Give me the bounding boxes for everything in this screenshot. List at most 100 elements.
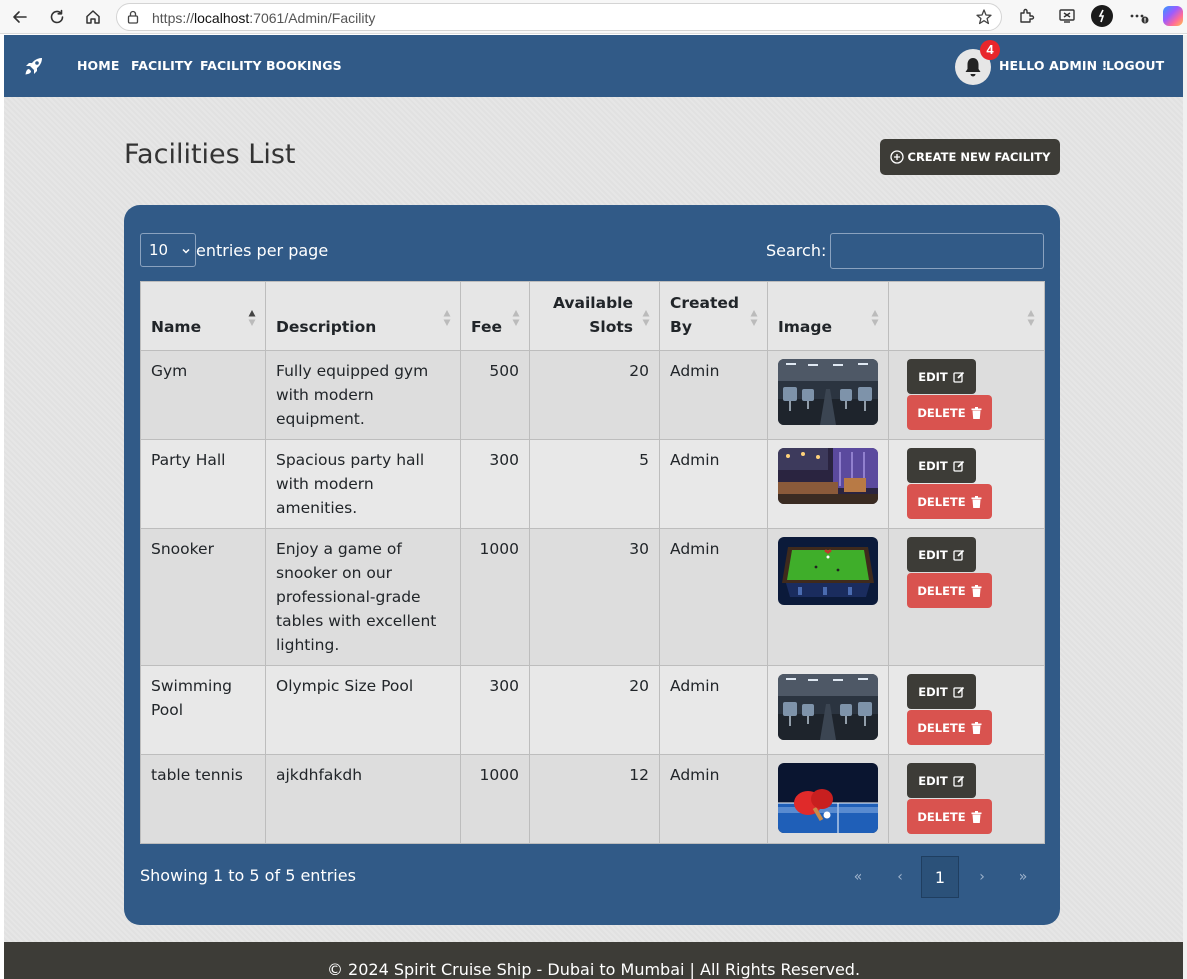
edit-icon [953, 549, 964, 561]
nav-home-link[interactable]: HOME [77, 58, 119, 73]
facility-description-cell: Enjoy a game of snooker on our professio… [265, 528, 461, 666]
top-navbar: HOME FACILITY FACILITY BOOKINGS 4 HELLO … [4, 35, 1183, 97]
column-header-created-by[interactable]: Created By [659, 281, 768, 351]
column-header-description[interactable]: Description [265, 281, 461, 351]
more-menu-icon[interactable] [1128, 5, 1150, 27]
table-row: Snooker Enjoy a game of snooker on our p… [140, 528, 1045, 666]
edit-button[interactable]: EDIT [907, 763, 976, 798]
delete-button[interactable]: DELETE [907, 484, 992, 519]
gym-photo [778, 674, 878, 740]
facility-description-cell: Spacious party hall with modern amenitie… [265, 439, 461, 529]
notification-count-badge: 4 [980, 40, 1000, 60]
delete-button[interactable]: DELETE [907, 395, 992, 430]
facilities-table-panel: 10 entries per page Search: Name Descrip… [124, 205, 1060, 925]
facility-fee-cell: 300 [460, 439, 530, 529]
facility-slots-cell: 20 [529, 350, 660, 440]
edit-button[interactable]: EDIT [907, 359, 976, 394]
table-header-row: Name Description Fee Available Slots Cre… [140, 281, 1045, 351]
table-tennis-photo [778, 763, 878, 833]
create-facility-label: CREATE NEW FACILITY [907, 150, 1051, 164]
lock-icon[interactable] [125, 9, 141, 25]
search-input[interactable] [830, 233, 1044, 269]
facility-description-cell: Fully equipped gym with modern equipment… [265, 350, 461, 440]
table-row: Gym Fully equipped gym with modern equip… [140, 350, 1045, 440]
facility-actions-cell: EDIT DELETE [888, 528, 1045, 666]
back-icon[interactable] [7, 4, 33, 30]
pagination-last-button[interactable]: » [1004, 856, 1042, 898]
facility-actions-cell: EDIT DELETE [888, 350, 1045, 440]
facility-image-cell [767, 528, 889, 666]
facility-created-by-cell: Admin [659, 528, 768, 666]
extensions-icon[interactable] [1015, 5, 1037, 27]
sort-icon [443, 310, 451, 326]
sort-icon [512, 310, 520, 326]
entries-per-page-select[interactable]: 10 [140, 233, 196, 267]
facility-name-cell: Snooker [140, 528, 266, 666]
column-header-image[interactable]: Image [767, 281, 889, 351]
nav-facility-bookings-link[interactable]: FACILITY BOOKINGS [200, 58, 342, 73]
facility-name-cell: Gym [140, 350, 266, 440]
facility-slots-cell: 30 [529, 528, 660, 666]
facility-fee-cell: 1000 [460, 528, 530, 666]
entries-per-page-value: 10 [149, 241, 169, 259]
edit-button[interactable]: EDIT [907, 674, 976, 709]
trash-icon [971, 406, 982, 419]
facility-fee-cell: 500 [460, 350, 530, 440]
delete-button[interactable]: DELETE [907, 710, 992, 745]
profile-avatar[interactable] [1091, 5, 1113, 27]
table-info-text: Showing 1 to 5 of 5 entries [140, 866, 356, 885]
pagination-next-button[interactable]: › [963, 856, 1001, 898]
facility-actions-cell: EDIT DELETE [888, 665, 1045, 755]
column-header-name[interactable]: Name [140, 281, 266, 351]
facility-name-cell: Party Hall [140, 439, 266, 529]
gym-photo [778, 359, 878, 425]
entries-per-page-label: entries per page [196, 241, 329, 260]
logout-link[interactable]: LOGOUT [1106, 58, 1164, 73]
delete-button[interactable]: DELETE [907, 799, 992, 834]
refresh-icon[interactable] [44, 4, 70, 30]
trash-icon [971, 584, 982, 597]
page-scrollbar[interactable] [1183, 35, 1187, 979]
create-facility-button[interactable]: CREATE NEW FACILITY [880, 139, 1060, 175]
edit-icon [953, 371, 964, 383]
footer-copyright: © 2024 Spirit Cruise Ship - Dubai to Mum… [326, 960, 861, 979]
facility-created-by-cell: Admin [659, 439, 768, 529]
column-header-available-slots[interactable]: Available Slots [529, 281, 660, 351]
url-text[interactable]: https://localhost:7061/Admin/Facility [152, 10, 375, 26]
facility-created-by-cell: Admin [659, 754, 768, 844]
table-row: table tennis ajkdhfakdh 1000 12 Admin ED… [140, 754, 1045, 844]
column-header-fee[interactable]: Fee [460, 281, 530, 351]
trash-icon [971, 495, 982, 508]
search-label: Search: [766, 241, 827, 260]
nav-facility-link[interactable]: FACILITY [131, 58, 193, 73]
facility-image-cell [767, 350, 889, 440]
delete-button[interactable]: DELETE [907, 573, 992, 608]
party-hall-photo [778, 448, 878, 504]
rocket-logo-icon[interactable] [22, 54, 48, 80]
edit-button[interactable]: EDIT [907, 448, 976, 483]
chevron-down-icon [182, 248, 190, 254]
favorite-star-icon[interactable] [975, 8, 993, 26]
table-row: Swimming Pool Olympic Size Pool 300 20 A… [140, 665, 1045, 755]
pagination-previous-button[interactable]: ‹ [881, 856, 919, 898]
site-footer: © 2024 Spirit Cruise Ship - Dubai to Mum… [4, 942, 1183, 979]
copilot-icon[interactable] [1162, 5, 1184, 27]
bell-icon [965, 58, 981, 77]
facility-actions-cell: EDIT DELETE [888, 439, 1045, 529]
browser-toolbar: https://localhost:7061/Admin/Facility [0, 0, 1187, 34]
sort-icon [1027, 310, 1035, 326]
address-bar[interactable]: https://localhost:7061/Admin/Facility [116, 3, 1002, 31]
column-header-actions[interactable] [888, 281, 1045, 351]
pagination-page-1-button[interactable]: 1 [921, 856, 959, 898]
screen-share-icon[interactable] [1056, 5, 1078, 27]
facilities-table: Name Description Fee Available Slots Cre… [140, 281, 1045, 844]
facility-name-cell: Swimming Pool [140, 665, 266, 755]
edit-button[interactable]: EDIT [907, 537, 976, 572]
snooker-table-photo [778, 537, 878, 605]
facility-image-cell [767, 665, 889, 755]
pagination-first-button[interactable]: « [839, 856, 877, 898]
facility-actions-cell: EDIT DELETE [888, 754, 1045, 844]
greeting-link[interactable]: HELLO ADMIN ! [999, 58, 1107, 73]
table-row: Party Hall Spacious party hall with mode… [140, 439, 1045, 529]
home-icon[interactable] [80, 4, 106, 30]
